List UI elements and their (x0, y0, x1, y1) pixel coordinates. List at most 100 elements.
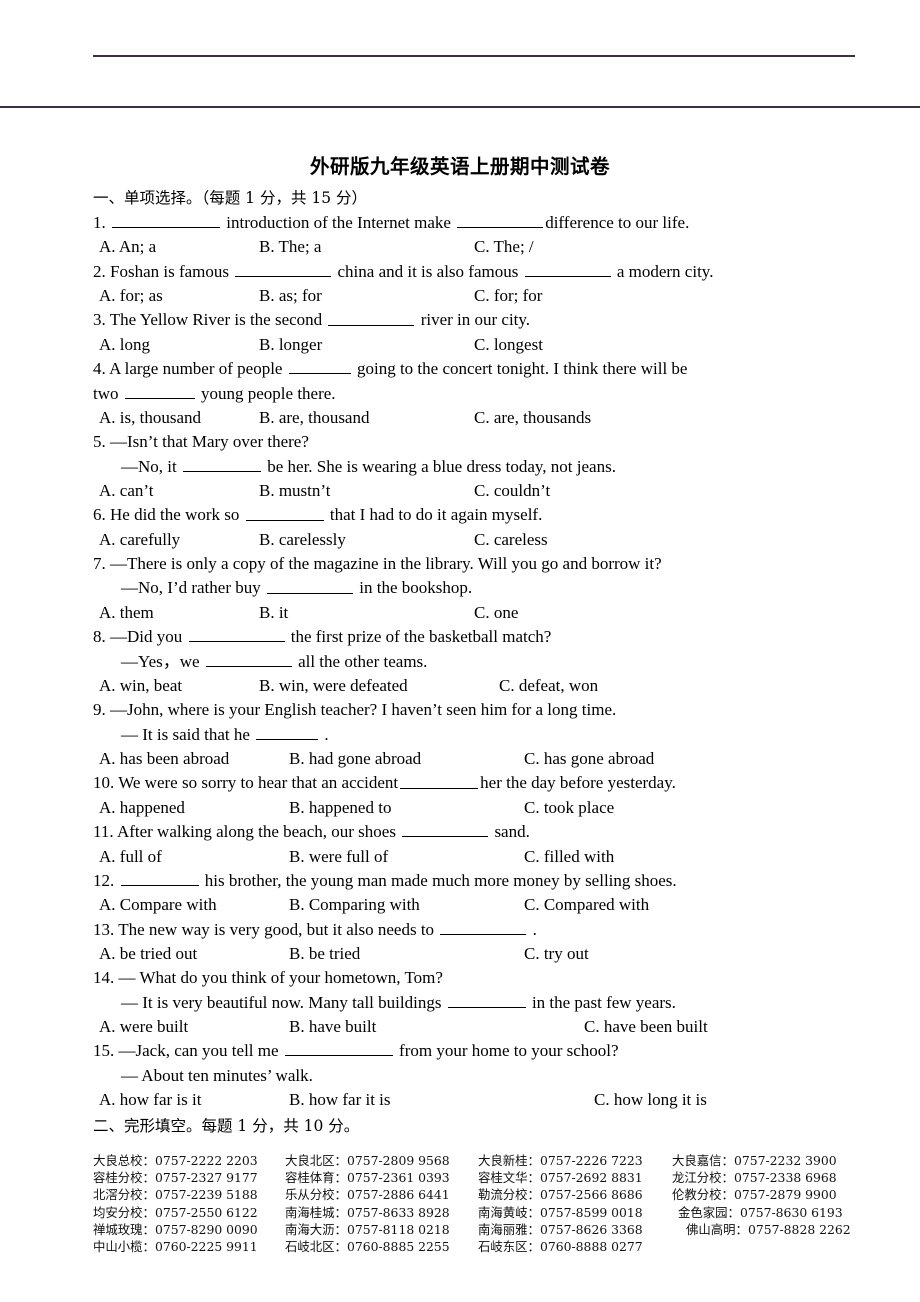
contact-cell: 北滘分校：0757-2239 5188 (93, 1186, 285, 1203)
question-3: 3. The Yellow River is the second river … (93, 308, 883, 332)
option-c[interactable]: C. have been built (584, 1015, 708, 1039)
question-13-stem-a: The new way is very good, but it also ne… (118, 919, 435, 939)
contact-name: 均安分校： (93, 1204, 155, 1220)
answer-blank[interactable] (328, 308, 415, 326)
contact-cell: 佛山高明：0757-8828 2262 (672, 1221, 872, 1238)
question-11-options: A. full of B. were full of C. filled with (93, 845, 883, 869)
option-c[interactable]: C. try out (524, 942, 589, 966)
option-b[interactable]: B. The; a (259, 235, 474, 259)
question-7-line-2: —No, I’d rather buy in the bookshop. (93, 576, 883, 600)
option-a[interactable]: A. can’t (99, 479, 259, 503)
option-b[interactable]: B. are, thousand (259, 406, 474, 430)
option-c[interactable]: C. longest (474, 333, 543, 357)
question-2: 2. Foshan is famous china and it is also… (93, 260, 883, 284)
question-5-line1-text: —Isn’t that Mary over there? (110, 432, 309, 452)
answer-blank[interactable] (256, 723, 319, 740)
option-a[interactable]: A. them (99, 601, 259, 625)
answer-blank[interactable] (124, 382, 195, 399)
answer-blank[interactable] (235, 260, 332, 277)
question-2-number: 2. (93, 261, 106, 281)
option-c[interactable]: C. how long it is (594, 1088, 707, 1112)
option-a[interactable]: A. full of (99, 845, 289, 869)
contact-cell: 大良总校：0757-2222 2203 (93, 1152, 285, 1169)
header-rule-full (0, 106, 920, 108)
answer-blank[interactable] (447, 991, 526, 1008)
answer-blank[interactable] (267, 576, 353, 594)
option-b[interactable]: B. were full of (289, 845, 524, 869)
question-8-line1-b: the first prize of the basketball match? (290, 627, 552, 647)
option-b[interactable]: B. have built (289, 1015, 584, 1039)
answer-blank[interactable] (284, 1039, 393, 1057)
option-c[interactable]: C. Compared with (524, 893, 649, 917)
contact-name: 勒流分校： (478, 1187, 540, 1203)
option-c[interactable]: C. filled with (524, 845, 614, 869)
answer-blank[interactable] (245, 503, 324, 521)
question-3-stem-b: river in our city. (420, 310, 531, 330)
answer-blank[interactable] (120, 869, 199, 886)
option-a[interactable]: A. An; a (99, 235, 259, 259)
option-b[interactable]: B. mustn’t (259, 479, 474, 503)
question-13: 13. The new way is very good, but it als… (93, 918, 883, 942)
answer-blank[interactable] (205, 650, 292, 667)
option-c[interactable]: C. are, thousands (474, 406, 591, 430)
answer-blank[interactable] (402, 820, 489, 838)
option-c[interactable]: C. took place (524, 796, 614, 820)
question-10-number: 10. (93, 773, 115, 793)
answer-blank[interactable] (288, 357, 351, 375)
contact-cell: 伦教分校：0757-2879 9900 (672, 1186, 872, 1203)
answer-blank[interactable] (440, 918, 527, 935)
contact-name: 容桂文华： (478, 1170, 540, 1186)
option-a[interactable]: A. be tried out (99, 942, 289, 966)
option-b[interactable]: B. had gone abroad (289, 747, 524, 771)
option-a[interactable]: A. has been abroad (99, 747, 289, 771)
option-b[interactable]: B. win, were defeated (259, 674, 499, 698)
answer-blank[interactable] (182, 455, 261, 472)
option-c[interactable]: C. has gone abroad (524, 747, 654, 771)
question-12-number: 12. (93, 870, 115, 890)
contact-name: 大良新桂： (478, 1153, 540, 1168)
contact-phone: 0757-2222 2203 (154, 1153, 258, 1168)
option-a[interactable]: A. Compare with (99, 893, 289, 917)
question-15-line1-b: from your home to your school? (399, 1041, 619, 1061)
question-4-options: A. is, thousand B. are, thousand C. are, t… (93, 406, 883, 430)
option-c[interactable]: C. careless (474, 528, 548, 552)
question-7-options: A. them B. it C. one (93, 601, 883, 625)
option-a[interactable]: A. is, thousand (99, 406, 259, 430)
answer-blank[interactable] (400, 771, 479, 789)
option-b[interactable]: B. how far it is (289, 1088, 594, 1112)
option-b[interactable]: B. longer (259, 333, 474, 357)
answer-blank[interactable] (112, 211, 220, 229)
answer-blank[interactable] (524, 260, 611, 277)
option-a[interactable]: A. win, beat (99, 674, 259, 698)
option-c[interactable]: C. The; / (474, 235, 534, 259)
option-c[interactable]: C. for; for (474, 284, 542, 308)
contact-name: 容桂体育： (285, 1170, 347, 1186)
option-b[interactable]: B. as; for (259, 284, 474, 308)
answer-blank[interactable] (457, 211, 544, 229)
option-a[interactable]: A. were built (99, 1015, 289, 1039)
question-15-line-1: 15. —Jack, can you tell me from your hom… (93, 1039, 883, 1063)
option-a[interactable]: A. long (99, 333, 259, 357)
option-b[interactable]: B. it (259, 601, 474, 625)
option-c[interactable]: C. couldn’t (474, 479, 550, 503)
question-2-options: A. for; as B. as; for C. for; for (93, 284, 883, 308)
option-a[interactable]: A. for; as (99, 284, 259, 308)
contact-cell: 南海黄岐：0757-8599 0018 (478, 1204, 672, 1221)
contact-name: 大良总校： (93, 1153, 155, 1168)
option-b[interactable]: B. Comparing with (289, 893, 524, 917)
option-a[interactable]: A. how far is it (99, 1088, 289, 1112)
question-11-number: 11. (93, 822, 114, 842)
footer-contacts-grid: 大良总校：0757-2222 2203 大良北区：0757-2809 9568 … (93, 1152, 920, 1255)
option-a[interactable]: A. happened (99, 796, 289, 820)
contact-cell: 石岐东区：0760-8888 0277 (478, 1238, 672, 1255)
option-c[interactable]: C. defeat, won (499, 674, 598, 698)
option-b[interactable]: B. happened to (289, 796, 524, 820)
answer-blank[interactable] (188, 625, 285, 643)
option-b[interactable]: B. carelessly (259, 528, 474, 552)
option-b[interactable]: B. be tried (289, 942, 524, 966)
option-a[interactable]: A. carefully (99, 528, 259, 552)
contact-cell: 均安分校：0757-2550 6122 (93, 1204, 285, 1221)
option-c[interactable]: C. one (474, 601, 518, 625)
question-5-line-1: 5. —Isn’t that Mary over there? (93, 430, 883, 454)
question-4-stem-b: going to the concert tonight. I think th… (356, 359, 688, 379)
